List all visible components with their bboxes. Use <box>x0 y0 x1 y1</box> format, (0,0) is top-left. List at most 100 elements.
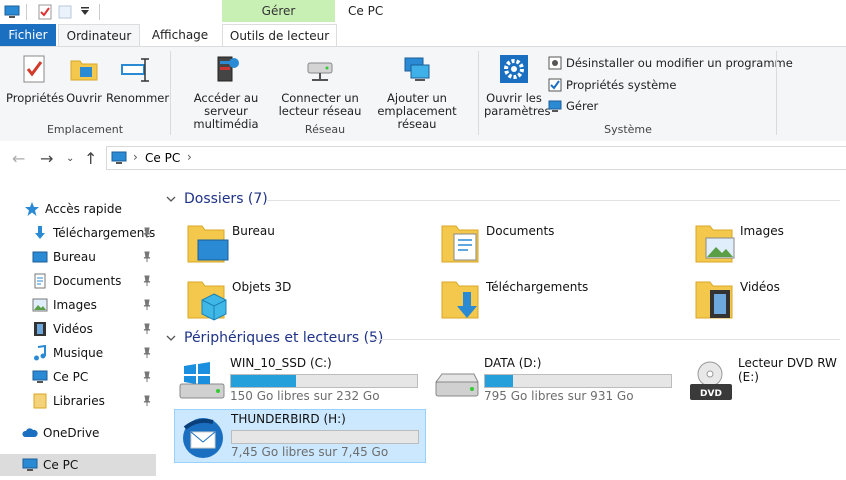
chevron-down-icon[interactable] <box>166 194 176 204</box>
navigation-bar: ← → ⌄ ↑ › Ce PC › <box>0 141 846 175</box>
sidebar-item-onedrive[interactable]: OneDrive <box>22 422 156 444</box>
sidebar-item-desktop[interactable]: Bureau <box>32 246 156 268</box>
tab-drive-tools[interactable]: Outils de lecteur <box>222 24 337 47</box>
qat-separator <box>26 4 27 20</box>
drive-e-dvd[interactable]: DVD Lecteur DVD RW (E:) <box>682 354 846 406</box>
sidebar-item-downloads[interactable]: Téléchargements <box>32 222 156 244</box>
rename-icon <box>121 58 149 82</box>
pin-icon[interactable] <box>142 323 152 335</box>
computer-icon <box>32 370 48 383</box>
sidebar-item-label: Vidéos <box>53 322 93 336</box>
open-folder-icon <box>70 60 98 81</box>
pin-icon[interactable] <box>142 275 152 287</box>
rename-button[interactable]: Renommer <box>106 53 169 105</box>
sidebar-item-label: OneDrive <box>43 426 100 440</box>
drive-c[interactable]: WIN_10_SSD (C:) 150 Go libres sur 232 Go <box>174 354 424 406</box>
properties-check-icon[interactable] <box>37 4 53 20</box>
add-network-location-button[interactable]: Ajouter un emplacement réseau <box>362 53 472 131</box>
breadcrumb-ce-pc[interactable]: Ce PC <box>145 151 180 165</box>
qat-separator <box>99 4 100 20</box>
quick-access-toolbar <box>0 0 106 24</box>
group-separator <box>170 51 171 135</box>
map-network-drive-button[interactable]: Connecter un lecteur réseau <box>278 53 362 118</box>
pin-icon[interactable] <box>142 251 152 263</box>
folder-downloads[interactable]: Téléchargements <box>430 276 670 324</box>
drive-free-space: 150 Go libres sur 232 Go <box>230 389 380 403</box>
drives-heading: Périphériques et lecteurs (5) <box>184 330 384 346</box>
folder-downloads-icon <box>441 281 479 319</box>
new-folder-icon[interactable] <box>57 4 73 20</box>
manage-button[interactable]: Gérer <box>548 98 598 114</box>
customize-qat-icon[interactable] <box>77 4 93 20</box>
folder-pictures[interactable]: Images <box>684 220 846 268</box>
folder-videos[interactable]: Vidéos <box>684 276 846 324</box>
drive-free-space: 7,45 Go libres sur 7,45 Go <box>231 445 389 459</box>
navigation-pane: Accès rapide Téléchargements Bureau Docu… <box>0 190 157 480</box>
chevron-down-icon[interactable] <box>166 333 176 343</box>
open-button[interactable]: Ouvrir <box>64 53 104 105</box>
network-drive-icon <box>307 62 333 81</box>
ribbon-tabs: Fichier Ordinateur Affichage Outils de l… <box>0 24 846 48</box>
sidebar-item-label: Libraries <box>53 394 105 408</box>
dvd-drive-icon: DVD <box>690 361 732 400</box>
folder-videos-icon <box>695 281 733 319</box>
breadcrumb-chevron-icon[interactable]: › <box>187 150 192 164</box>
sidebar-item-quick-access[interactable]: Accès rapide <box>24 198 156 220</box>
computer-icon[interactable] <box>4 4 20 20</box>
address-bar[interactable]: › Ce PC › <box>106 146 846 170</box>
folder-3d-objects-icon <box>187 281 227 321</box>
group-separator <box>776 51 777 135</box>
star-icon <box>25 202 39 216</box>
forward-arrow-icon[interactable]: → <box>40 149 53 168</box>
pin-icon[interactable] <box>142 227 152 239</box>
media-server-button[interactable]: Accéder au serveur multimédia <box>174 53 278 131</box>
pin-icon[interactable] <box>142 347 152 359</box>
drive-d[interactable]: DATA (D:) 795 Go libres sur 931 Go <box>428 354 678 406</box>
folder-name: Objets 3D <box>232 280 292 294</box>
group-label-system: Système <box>604 123 652 136</box>
pin-icon[interactable] <box>142 395 152 407</box>
uninstall-icon <box>548 56 562 70</box>
tab-computer[interactable]: Ordinateur <box>58 24 140 48</box>
folders-heading: Dossiers (7) <box>184 191 268 207</box>
sidebar-item-label: Téléchargements <box>53 226 156 240</box>
library-folder-icon <box>33 393 47 409</box>
windows-drive-icon <box>179 362 225 399</box>
pin-icon[interactable] <box>142 299 152 311</box>
folder-documents[interactable]: Documents <box>430 220 670 268</box>
recent-locations-chevron-icon[interactable]: ⌄ <box>66 153 74 164</box>
film-icon <box>34 322 46 336</box>
uninstall-program-button[interactable]: Désinstaller ou modifier un programme <box>548 55 793 71</box>
breadcrumb-chevron-icon[interactable]: › <box>133 150 138 164</box>
folder-3d-objects[interactable]: Objets 3D <box>176 276 416 324</box>
system-properties-button[interactable]: Propriétés système <box>548 77 676 93</box>
tab-file[interactable]: Fichier <box>0 24 56 46</box>
folders-section-header[interactable]: Dossiers (7) <box>166 191 268 207</box>
sidebar-item-this-pc[interactable]: Ce PC <box>0 454 156 476</box>
folder-desktop-icon <box>187 225 229 263</box>
section-divider <box>372 339 840 340</box>
drive-name: Lecteur DVD RW (E:) <box>738 356 837 384</box>
open-label: Ouvrir <box>66 91 102 105</box>
system-properties-label: Propriétés système <box>566 78 677 92</box>
pin-icon[interactable] <box>142 371 152 383</box>
sidebar-item-music[interactable]: Musique <box>32 342 156 364</box>
sidebar-item-videos[interactable]: Vidéos <box>32 318 156 340</box>
back-arrow-icon[interactable]: ← <box>12 149 25 168</box>
up-arrow-icon[interactable]: ↑ <box>84 149 97 168</box>
sidebar-item-label: Documents <box>53 274 122 288</box>
sidebar-item-libraries[interactable]: Libraries <box>32 390 156 412</box>
properties-button[interactable]: Propriétés <box>6 53 64 105</box>
sidebar-item-pictures[interactable]: Images <box>32 294 156 316</box>
sidebar-item-documents[interactable]: Documents <box>32 270 156 292</box>
drive-h-selected[interactable]: THUNDERBIRD (H:) 7,45 Go libres sur 7,45… <box>174 409 426 463</box>
open-settings-button[interactable]: Ouvrir les paramètres <box>484 53 550 118</box>
folder-desktop[interactable]: Bureau <box>176 220 416 268</box>
folder-name: Téléchargements <box>486 280 589 294</box>
drives-section-header[interactable]: Périphériques et lecteurs (5) <box>166 330 383 346</box>
drive-usage-bar <box>484 374 672 388</box>
folder-name: Documents <box>486 224 555 238</box>
sidebar-item-this-pc-pinned[interactable]: Ce PC <box>32 366 156 388</box>
hard-drive-icon <box>435 373 479 397</box>
tab-view[interactable]: Affichage <box>142 24 218 46</box>
